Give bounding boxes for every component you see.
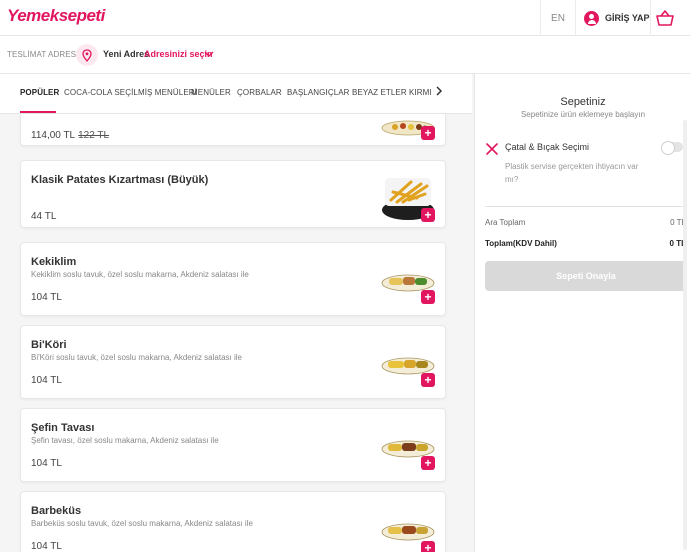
tab-white-meat[interactable]: BEYAZ ETLER bbox=[352, 88, 407, 97]
delivery-address-label: TESLİMAT ADRESİ : bbox=[7, 50, 84, 59]
address-bar: TESLİMAT ADRESİ : Yeni Adres Adresinizi … bbox=[0, 36, 690, 74]
cutlery-description: Plastik servise gerçekten ihtiyacın var … bbox=[505, 162, 639, 184]
product-description: Barbeküs soslu tavuk, özel soslu makarna… bbox=[31, 519, 253, 528]
product-description: Şefin tavası, özel soslu makarna, Akdeni… bbox=[31, 436, 219, 445]
product-description: Bi'Köri soslu tavuk, özel soslu makarna,… bbox=[31, 353, 242, 362]
tab-soups[interactable]: ÇORBALAR bbox=[237, 88, 282, 97]
cart-title: Sepetiniz bbox=[560, 96, 606, 108]
product-description: Kekiklim soslu tavuk, özel soslu makarna… bbox=[31, 270, 249, 279]
login-button[interactable]: GİRİŞ YAP bbox=[576, 0, 651, 36]
add-to-cart-button[interactable]: + bbox=[421, 290, 435, 304]
add-to-cart-button[interactable]: + bbox=[421, 541, 435, 552]
product-name: Şefin Tavası bbox=[31, 422, 95, 434]
user-icon bbox=[584, 10, 599, 26]
product-name: Barbeküs bbox=[31, 505, 82, 517]
product-price: 44 TL bbox=[31, 211, 57, 222]
product-price: 104 TL bbox=[31, 458, 62, 469]
tab-populer[interactable]: POPÜLER bbox=[20, 88, 59, 97]
language-switch[interactable]: EN bbox=[540, 0, 576, 36]
location-pin-icon[interactable] bbox=[76, 44, 98, 66]
product-name: Kekiklim bbox=[31, 256, 77, 268]
tab-menus[interactable]: MENÜLER bbox=[191, 88, 231, 97]
basket-icon[interactable] bbox=[655, 10, 675, 26]
new-address-label[interactable]: Yeni Adres bbox=[103, 49, 149, 59]
product-price: 104 TL bbox=[31, 292, 62, 303]
cutlery-toggle[interactable] bbox=[661, 141, 683, 155]
choose-address-link[interactable]: Adresinizi seçin bbox=[144, 49, 213, 59]
add-to-cart-button[interactable]: + bbox=[421, 373, 435, 387]
add-to-cart-button[interactable]: + bbox=[421, 208, 435, 222]
top-header: Yemeksepeti EN GİRİŞ YAP bbox=[0, 0, 690, 36]
product-old-price: 122 TL bbox=[78, 130, 110, 141]
total-label: Toplam(KDV Dahil) bbox=[485, 239, 557, 248]
product-card[interactable]: 114,00 TL 122 TL + bbox=[20, 114, 446, 146]
chevron-down-icon[interactable] bbox=[204, 47, 214, 61]
confirm-cart-button[interactable]: Sepeti Onayla bbox=[485, 261, 687, 291]
subtotal-label: Ara Toplam bbox=[485, 218, 526, 227]
product-card[interactable]: Barbeküs Barbeküs soslu tavuk, özel sosl… bbox=[20, 491, 446, 552]
product-card[interactable]: Şefin Tavası Şefin tavası, özel soslu ma… bbox=[20, 408, 446, 482]
product-card[interactable]: Bi'Köri Bi'Köri soslu tavuk, özel soslu … bbox=[20, 325, 446, 399]
cutlery-title: Çatal & Bıçak Seçimi bbox=[505, 142, 590, 152]
tab-red-meat[interactable]: KIRMIZI bbox=[409, 88, 432, 97]
tab-starters[interactable]: BAŞLANGIÇLAR bbox=[287, 88, 350, 97]
product-price: 104 TL bbox=[31, 541, 62, 552]
active-tab-indicator bbox=[20, 111, 56, 113]
product-price: 114,00 TL 122 TL bbox=[31, 130, 110, 141]
cutlery-icon bbox=[486, 143, 498, 155]
logo[interactable]: Yemeksepeti bbox=[7, 6, 105, 26]
cart-divider bbox=[485, 206, 687, 207]
add-to-cart-button[interactable]: + bbox=[421, 126, 435, 140]
product-card[interactable]: Klasik Patates Kızartması (Büyük) 44 TL … bbox=[20, 160, 446, 228]
category-tabs: POPÜLER COCA-COLA SEÇİLMİŞ MENÜLERİ MENÜ… bbox=[0, 74, 472, 114]
page-scrollbar[interactable] bbox=[682, 120, 688, 550]
login-label: GİRİŞ YAP bbox=[605, 13, 650, 23]
product-name: Klasik Patates Kızartması (Büyük) bbox=[31, 174, 209, 186]
menu-area: POPÜLER COCA-COLA SEÇİLMİŞ MENÜLERİ MENÜ… bbox=[0, 74, 472, 552]
cart-subtitle: Sepetinize ürün eklemeye başlayın bbox=[520, 110, 646, 119]
cart-panel: Sepetiniz Sepetinize ürün eklemeye başla… bbox=[474, 74, 690, 552]
product-list: 114,00 TL 122 TL + Klasik Patates Kızartm… bbox=[0, 114, 472, 552]
product-price: 104 TL bbox=[31, 375, 62, 386]
chevron-right-icon[interactable] bbox=[434, 84, 444, 98]
tab-coca-cola-menus[interactable]: COCA-COLA SEÇİLMİŞ MENÜLERİ bbox=[64, 88, 197, 97]
add-to-cart-button[interactable]: + bbox=[421, 456, 435, 470]
product-card[interactable]: Kekiklim Kekiklim soslu tavuk, özel sosl… bbox=[20, 242, 446, 316]
product-name: Bi'Köri bbox=[31, 339, 67, 351]
